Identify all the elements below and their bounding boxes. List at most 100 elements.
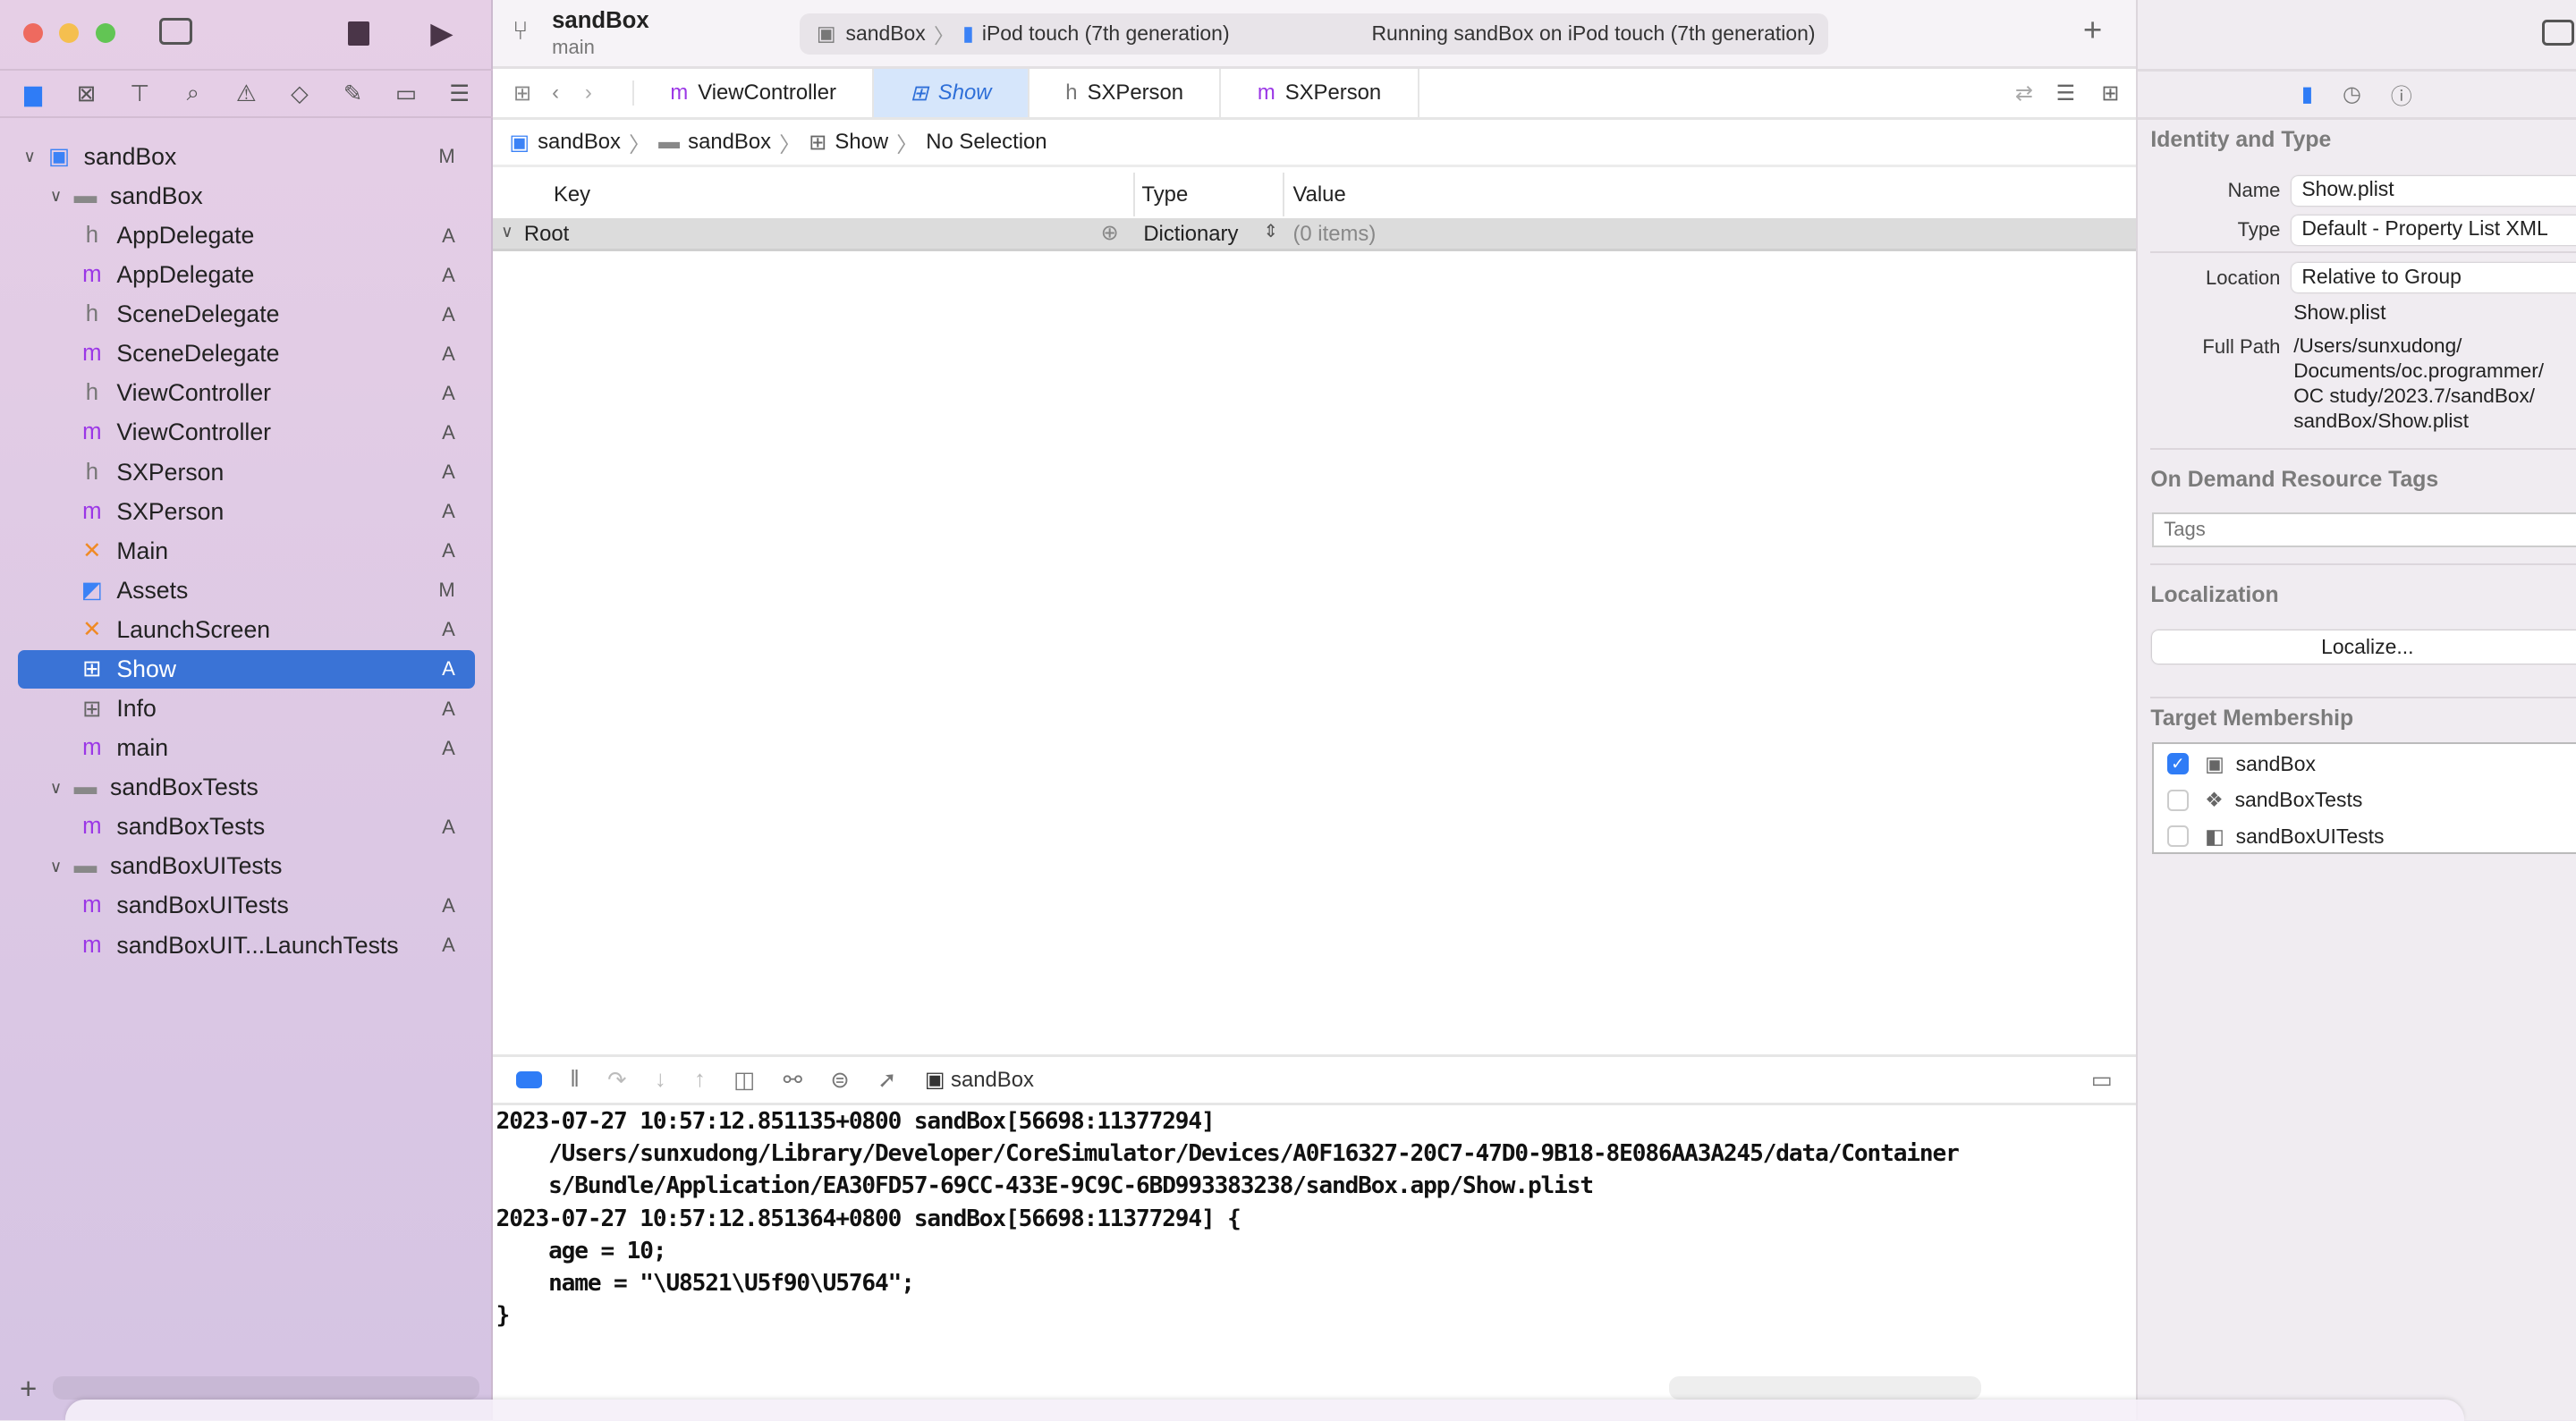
- checkbox[interactable]: ✓: [2166, 753, 2189, 775]
- memory-graph-icon[interactable]: ⚯: [784, 1067, 803, 1094]
- root-value: (0 items): [1292, 221, 1377, 246]
- navigator-item[interactable]: m sandBoxUIT...LaunchTests A: [18, 926, 475, 964]
- name-field[interactable]: Show.plist: [2292, 175, 2576, 206]
- localize-button[interactable]: Localize...: [2152, 630, 2576, 664]
- breadcrumb-file[interactable]: Show: [835, 130, 888, 155]
- key-column-header[interactable]: Key: [554, 182, 590, 207]
- navigator-item[interactable]: m SceneDelegate A: [18, 335, 475, 373]
- chevron-down-icon[interactable]: ∨: [45, 778, 68, 798]
- tab-viewcontroller-m[interactable]: m ViewController: [634, 69, 875, 118]
- step-over-icon[interactable]: ↷: [607, 1067, 627, 1094]
- add-library-icon[interactable]: +: [2083, 12, 2102, 49]
- navigator-item[interactable]: ⊞ Show A: [18, 650, 475, 689]
- source-control-icon[interactable]: ⊠: [70, 80, 103, 107]
- minimize-window-button[interactable]: [59, 22, 80, 43]
- tab-sxperson-h[interactable]: h SXPerson: [1030, 69, 1222, 118]
- editor-options-icon[interactable]: ☰: [2056, 80, 2075, 106]
- report-icon[interactable]: ☰: [443, 80, 476, 107]
- help-icon[interactable]: ⓘ: [2391, 79, 2412, 110]
- sidebar-toggle-icon[interactable]: [159, 18, 192, 45]
- breadcrumb-project[interactable]: sandBox: [538, 130, 621, 155]
- location-select[interactable]: Relative to Group: [2292, 262, 2576, 292]
- search-icon[interactable]: ⌕: [177, 80, 210, 107]
- navigator-item[interactable]: ✕ Main A: [18, 532, 475, 570]
- navigator-item[interactable]: m main A: [18, 729, 475, 766]
- breadcrumb: ▣ sandBox 〉 ▬ sandBox 〉 ⊞ Show 〉 No Selection: [493, 120, 2136, 168]
- device-selector[interactable]: iPod touch (7th generation): [982, 21, 1230, 46]
- tab-show[interactable]: ⊞ Show: [874, 69, 1030, 118]
- file-inspector-icon[interactable]: ▮: [2301, 81, 2313, 107]
- navigator-item[interactable]: ∨ ▬ sandBoxTests: [18, 769, 475, 807]
- checkbox[interactable]: [2166, 789, 2189, 811]
- navigator-item[interactable]: h SceneDelegate A: [18, 296, 475, 334]
- pause-icon[interactable]: ‖: [570, 1067, 580, 1093]
- add-editor-icon[interactable]: ⊞: [2101, 80, 2119, 106]
- navigator-item[interactable]: h SXPerson A: [18, 453, 475, 491]
- scheme-selector[interactable]: sandBox: [846, 21, 926, 46]
- navigator-item[interactable]: m AppDelegate A: [18, 257, 475, 294]
- checkbox[interactable]: [2166, 825, 2189, 847]
- device-icon: ▮: [962, 21, 974, 46]
- navigator-item[interactable]: h AppDelegate A: [18, 216, 475, 254]
- view-hierarchy-icon[interactable]: ◫: [733, 1067, 755, 1094]
- plist-root-row[interactable]: ∨ Root ⊕ Dictionary ⇕ (0 items): [493, 218, 2136, 251]
- inspector-toggle-icon[interactable]: [2541, 20, 2575, 47]
- chevron-down-icon[interactable]: ∨: [501, 222, 513, 241]
- run-icon[interactable]: ▶: [430, 15, 453, 51]
- breadcrumb-selection[interactable]: No Selection: [926, 130, 1046, 155]
- console-filter-field[interactable]: [1669, 1376, 1982, 1400]
- step-out-icon[interactable]: ↑: [694, 1067, 706, 1093]
- close-window-button[interactable]: [22, 22, 43, 43]
- hide-debug-area-icon[interactable]: ▭: [2091, 1067, 2113, 1094]
- navigator-item[interactable]: ∨ ▬ sandBoxUITests: [18, 848, 475, 885]
- navigator-item-label: Assets: [116, 576, 189, 604]
- test-icon[interactable]: ◇: [284, 80, 317, 107]
- location-icon[interactable]: ➚: [877, 1067, 897, 1094]
- navigator-item[interactable]: ✕ LaunchScreen A: [18, 611, 475, 648]
- breakpoints-toggle-icon[interactable]: [515, 1071, 543, 1088]
- environment-icon[interactable]: ⊜: [830, 1067, 850, 1094]
- step-into-icon[interactable]: ↓: [655, 1067, 666, 1093]
- warning-icon[interactable]: ⚠: [230, 80, 263, 107]
- navigator-item[interactable]: m SXPerson A: [18, 493, 475, 530]
- tab-sxperson-m[interactable]: m SXPerson: [1221, 69, 1419, 118]
- debug-icon[interactable]: ✎: [336, 80, 369, 107]
- folder-icon[interactable]: ▆: [17, 80, 50, 107]
- navigator-item[interactable]: m ViewController A: [18, 414, 475, 452]
- m-file-icon: m: [1257, 80, 1275, 106]
- filter-field[interactable]: [52, 1376, 480, 1400]
- target-sandboxuitests[interactable]: ◧ sandBoxUITests: [2154, 818, 2576, 854]
- navigator-item-label: ViewController: [116, 379, 272, 407]
- related-items-icon[interactable]: ⇄: [2015, 80, 2033, 106]
- back-icon[interactable]: ‹: [552, 80, 585, 106]
- root-type-select[interactable]: Dictionary: [1143, 222, 1238, 247]
- symbol-icon[interactable]: ⊤: [123, 80, 157, 107]
- navigator-item[interactable]: ◩ Assets M: [18, 571, 475, 609]
- chevron-down-icon[interactable]: ∨: [45, 857, 68, 876]
- navigator-item[interactable]: ∨ ▬ sandBox: [18, 177, 475, 215]
- target-sandbox[interactable]: ✓ ▣ sandBox: [2154, 746, 2576, 782]
- stepper-icon[interactable]: ⇕: [1263, 220, 1278, 242]
- chevron-down-icon[interactable]: ∨: [18, 147, 41, 166]
- breakpoint-icon[interactable]: ▭: [390, 80, 423, 107]
- breadcrumb-group[interactable]: sandBox: [688, 130, 771, 155]
- type-column-header[interactable]: Type: [1141, 182, 1188, 207]
- zoom-window-button[interactable]: [95, 22, 115, 43]
- add-icon[interactable]: +: [20, 1373, 37, 1407]
- navigator-item[interactable]: m sandBoxTests A: [18, 808, 475, 846]
- history-icon[interactable]: ◷: [2343, 81, 2361, 107]
- console-output[interactable]: 2023-07-27 10:57:12.851135+0800 sandBox[…: [496, 1105, 2136, 1332]
- navigator-item[interactable]: ⊞ Info A: [18, 689, 475, 727]
- navigator-item[interactable]: m sandBoxUITests A: [18, 887, 475, 925]
- navigator-item[interactable]: ∨ ▣ sandBox M: [18, 138, 475, 175]
- stop-icon[interactable]: [348, 21, 370, 47]
- value-column-header[interactable]: Value: [1292, 182, 1345, 207]
- grid-icon[interactable]: ⊞: [493, 80, 552, 106]
- target-sandboxtests[interactable]: ❖ sandBoxTests: [2154, 782, 2576, 817]
- type-select[interactable]: Default - Property List XML: [2292, 215, 2576, 245]
- tags-input[interactable]: [2152, 512, 2576, 547]
- forward-icon[interactable]: ›: [585, 80, 634, 106]
- add-item-icon[interactable]: ⊕: [1101, 220, 1119, 246]
- navigator-item[interactable]: h ViewController A: [18, 375, 475, 412]
- chevron-down-icon[interactable]: ∨: [45, 186, 68, 206]
